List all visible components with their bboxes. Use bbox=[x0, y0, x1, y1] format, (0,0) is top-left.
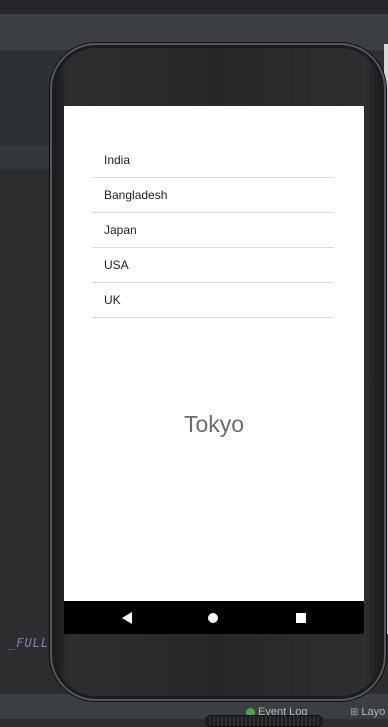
recents-icon[interactable] bbox=[296, 613, 306, 623]
ide-top-strip bbox=[0, 0, 388, 14]
layout-inspector-label: Layo bbox=[361, 706, 386, 718]
ide-code-text-left: _FULL bbox=[8, 636, 50, 650]
bottom-speaker bbox=[205, 715, 323, 727]
list-item[interactable]: USA bbox=[92, 248, 334, 283]
android-nav-bar bbox=[64, 601, 364, 634]
back-icon[interactable] bbox=[122, 612, 132, 624]
list-item[interactable]: UK bbox=[92, 283, 334, 318]
list-item[interactable]: Japan bbox=[92, 213, 334, 248]
list-item[interactable]: India bbox=[92, 142, 334, 178]
layout-inspector-icon: ⊞ bbox=[350, 706, 359, 718]
selected-city-text: Tokyo bbox=[183, 411, 245, 437]
country-list: India Bangladesh Japan USA UK bbox=[92, 142, 334, 318]
layout-inspector-button[interactable]: ⊞ Layo bbox=[350, 706, 385, 718]
home-icon[interactable] bbox=[208, 613, 218, 623]
device-screen: India Bangladesh Japan USA UK Tokyo bbox=[64, 106, 364, 634]
list-item[interactable]: Bangladesh bbox=[92, 178, 334, 213]
